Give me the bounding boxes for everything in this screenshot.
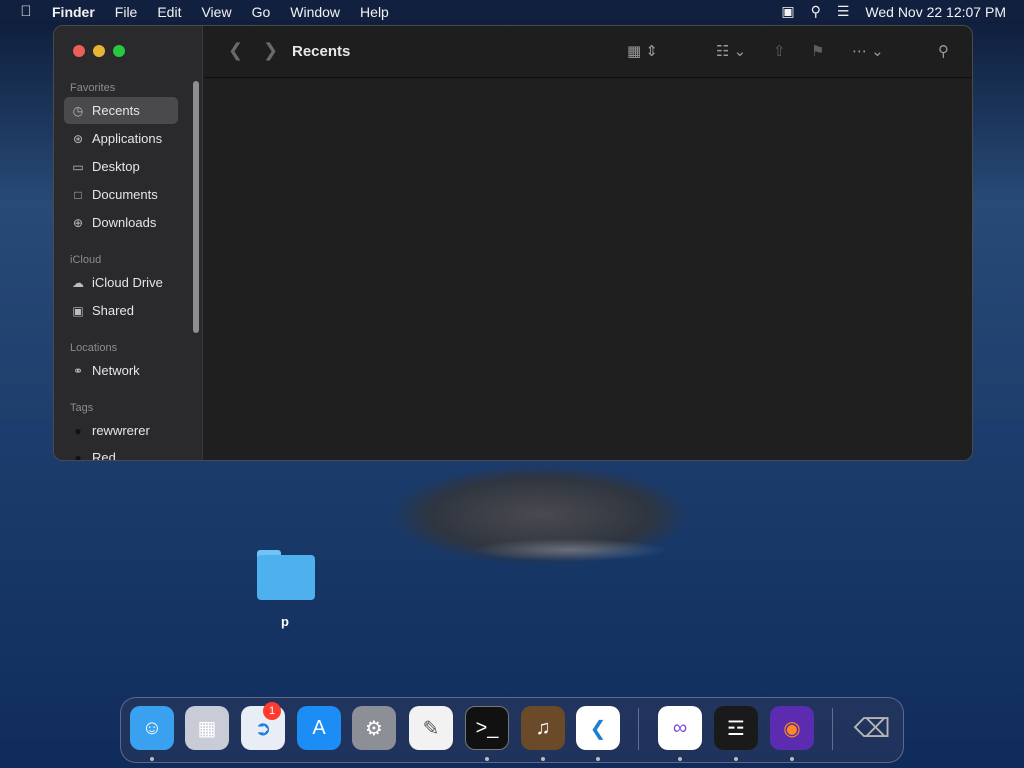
- cloud-icon: ☁: [72, 275, 84, 290]
- sidebar-item-label: iCloud Drive: [92, 275, 163, 290]
- share-icon[interactable]: ⇧: [773, 42, 786, 60]
- dock-separator: [832, 708, 833, 750]
- control-center-icon[interactable]: ☰: [837, 3, 850, 20]
- icon-view-icon[interactable]: ▦ ⇕: [627, 42, 658, 60]
- globe-icon: ⚭: [72, 363, 84, 378]
- folder-body: [257, 555, 315, 600]
- back-icon[interactable]: ❮: [228, 40, 243, 61]
- tag-icon[interactable]: ⚑: [811, 42, 824, 60]
- menu-finder[interactable]: Finder: [52, 4, 105, 20]
- window-controls: [73, 45, 125, 57]
- clock[interactable]: Wed Nov 22 12:07 PM: [865, 4, 1006, 20]
- sidebar-item-label: Documents: [92, 187, 158, 202]
- dock: ☺ ▦ ➲ A ⚙ ✎ >_ ♫ ❮ ∞ ☲ ◉ ⌫: [120, 697, 904, 763]
- sidebar-item-applications[interactable]: ⊛ Applications: [64, 125, 178, 152]
- sidebar-item-label: Applications: [92, 131, 163, 146]
- section-icloud: iCloud: [70, 254, 102, 266]
- shared-folder-icon: ▣: [72, 303, 84, 318]
- sidebar-item-label: rewwrerer: [92, 423, 150, 438]
- wallpaper-foam: [430, 530, 710, 570]
- menu-bar:  Finder File Edit View Go Window Help ▣…: [0, 0, 1024, 23]
- document-icon: □: [74, 187, 82, 202]
- dock-firefox-icon[interactable]: ◉: [770, 706, 814, 750]
- dock-app-store-icon[interactable]: A: [297, 706, 341, 750]
- more-actions-icon[interactable]: ⋯ ⌄: [852, 42, 884, 60]
- dock-terminal-icon[interactable]: >_: [465, 706, 509, 750]
- close-button[interactable]: [73, 45, 85, 57]
- group-icon[interactable]: ☷ ⌄: [716, 42, 746, 60]
- menu-go[interactable]: Go: [242, 4, 281, 20]
- dock-launchpad-icon[interactable]: ▦: [185, 706, 229, 750]
- sidebar-item-label: Network: [92, 363, 140, 378]
- forward-icon[interactable]: ❯: [263, 40, 278, 61]
- menu-edit[interactable]: Edit: [147, 4, 191, 20]
- running-indicator: [541, 757, 545, 761]
- dock-visual-studio-icon[interactable]: ∞: [658, 706, 702, 750]
- sidebar-item-label: Downloads: [92, 215, 157, 230]
- section-locations: Locations: [70, 342, 118, 354]
- finder-window: Favorites ◷ Recents ⊛ Applications ▭ Des…: [53, 25, 973, 461]
- sidebar-item-tag-rewwrerer[interactable]: ● rewwrerer: [64, 417, 178, 444]
- tag-dot-icon: ●: [74, 423, 82, 438]
- dock-trash-icon[interactable]: ⌫: [850, 706, 894, 750]
- desktop-folder-label[interactable]: p: [270, 614, 300, 629]
- running-indicator: [790, 757, 794, 761]
- apple-icon[interactable]: : [0, 3, 52, 20]
- dock-finder-icon[interactable]: ☺: [130, 706, 174, 750]
- dock-separator: [638, 708, 639, 750]
- search-icon[interactable]: ⚲: [938, 42, 949, 60]
- desktop-folder-icon[interactable]: [255, 548, 317, 600]
- sidebar-item-label: Recents: [92, 103, 140, 118]
- dock-vscode-icon[interactable]: ❮: [576, 706, 620, 750]
- menu-help[interactable]: Help: [350, 4, 399, 20]
- sidebar-item-label: Shared: [92, 303, 134, 318]
- toolbar: ❮ ❯ Recents ▦ ⇕ ☷ ⌄ ⇧ ⚑ ⋯ ⌄ ⚲: [204, 26, 972, 78]
- dock-system-settings-icon[interactable]: ⚙: [352, 706, 396, 750]
- sidebar-item-label: Red: [92, 450, 116, 461]
- sidebar-scrollbar[interactable]: [193, 81, 199, 333]
- clock-icon: ◷: [72, 103, 84, 118]
- window-title: Recents: [292, 43, 351, 60]
- sidebar-item-tag-red[interactable]: ● Red: [64, 444, 178, 461]
- menu-window[interactable]: Window: [280, 4, 350, 20]
- running-indicator: [150, 757, 154, 761]
- desktop-icon: ▭: [72, 159, 84, 174]
- sidebar-item-downloads[interactable]: ⊕ Downloads: [64, 209, 178, 236]
- minimize-button[interactable]: [93, 45, 105, 57]
- sidebar-item-network[interactable]: ⚭ Network: [64, 357, 178, 384]
- sidebar-item-label: Desktop: [92, 159, 140, 174]
- running-indicator: [485, 757, 489, 761]
- sidebar-item-documents[interactable]: □ Documents: [64, 181, 178, 208]
- download-icon: ⊕: [72, 215, 84, 230]
- screen-mirroring-icon[interactable]: ▣: [781, 3, 794, 20]
- section-tags: Tags: [70, 402, 94, 414]
- sidebar-item-shared[interactable]: ▣ Shared: [64, 297, 178, 324]
- file-list-area[interactable]: [204, 79, 972, 460]
- running-indicator: [734, 757, 738, 761]
- maximize-button[interactable]: [113, 45, 125, 57]
- menu-view[interactable]: View: [191, 4, 241, 20]
- sidebar-item-recents[interactable]: ◷ Recents: [64, 97, 178, 124]
- running-indicator: [596, 757, 600, 761]
- dock-piano-icon[interactable]: ☲: [714, 706, 758, 750]
- notification-badge: 1: [263, 702, 281, 720]
- sidebar: Favorites ◷ Recents ⊛ Applications ▭ Des…: [54, 26, 203, 461]
- sidebar-item-desktop[interactable]: ▭ Desktop: [64, 153, 178, 180]
- sidebar-item-icloud-drive[interactable]: ☁ iCloud Drive: [64, 269, 178, 296]
- section-favorites: Favorites: [70, 82, 116, 94]
- menu-file[interactable]: File: [105, 4, 148, 20]
- dock-garageband-icon[interactable]: ♫: [521, 706, 565, 750]
- tag-dot-icon: ●: [74, 450, 82, 461]
- running-indicator: [678, 757, 682, 761]
- spotlight-icon[interactable]: ⚲: [811, 3, 821, 20]
- applications-icon: ⊛: [72, 131, 84, 146]
- dock-textedit-icon[interactable]: ✎: [409, 706, 453, 750]
